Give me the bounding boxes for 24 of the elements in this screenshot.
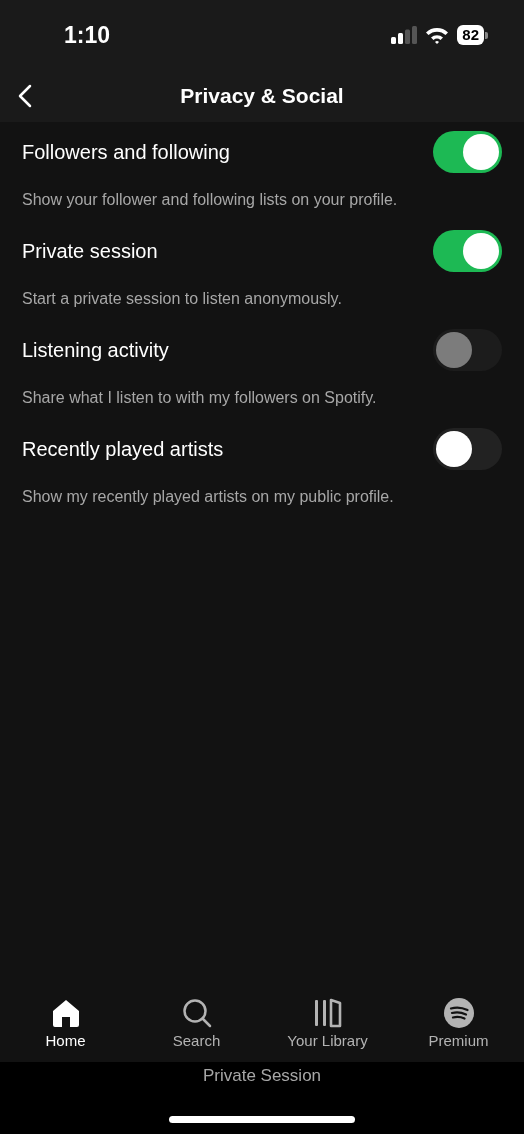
setting-description: Start a private session to listen anonymously.	[22, 290, 343, 308]
spotify-logo-icon	[443, 998, 474, 1028]
setting-label: Followers and following	[22, 140, 230, 164]
page-title: Privacy & Social	[180, 84, 344, 108]
toggle-switch[interactable]	[433, 131, 502, 173]
status-time: 1:10	[64, 21, 111, 49]
setting-label: Private session	[22, 239, 158, 263]
home-icon	[50, 998, 81, 1028]
private-session-label: Private Session	[202, 1066, 322, 1086]
setting-description: Show your follower and following lists on your profile.	[22, 191, 399, 209]
signal-icon	[391, 26, 418, 44]
nav-tab[interactable]: Your Library	[272, 998, 383, 1049]
toggle-switch[interactable]	[433, 230, 502, 272]
search-icon	[181, 998, 212, 1028]
nav-tab[interactable]: Search	[141, 998, 252, 1049]
nav-tab[interactable]: Premium	[403, 998, 514, 1049]
setting-label: Recently played artists	[22, 437, 224, 461]
library-icon	[312, 998, 343, 1028]
wifi-icon	[425, 26, 450, 44]
setting-description: Share what I listen to with my followers on Spotify.	[22, 389, 378, 407]
toggle-switch[interactable]	[433, 428, 502, 470]
setting-label: Listening activity	[22, 338, 169, 362]
setting-description: Show my recently played artists on my public profile.	[22, 488, 395, 506]
nav-tab[interactable]: Home	[10, 998, 121, 1049]
